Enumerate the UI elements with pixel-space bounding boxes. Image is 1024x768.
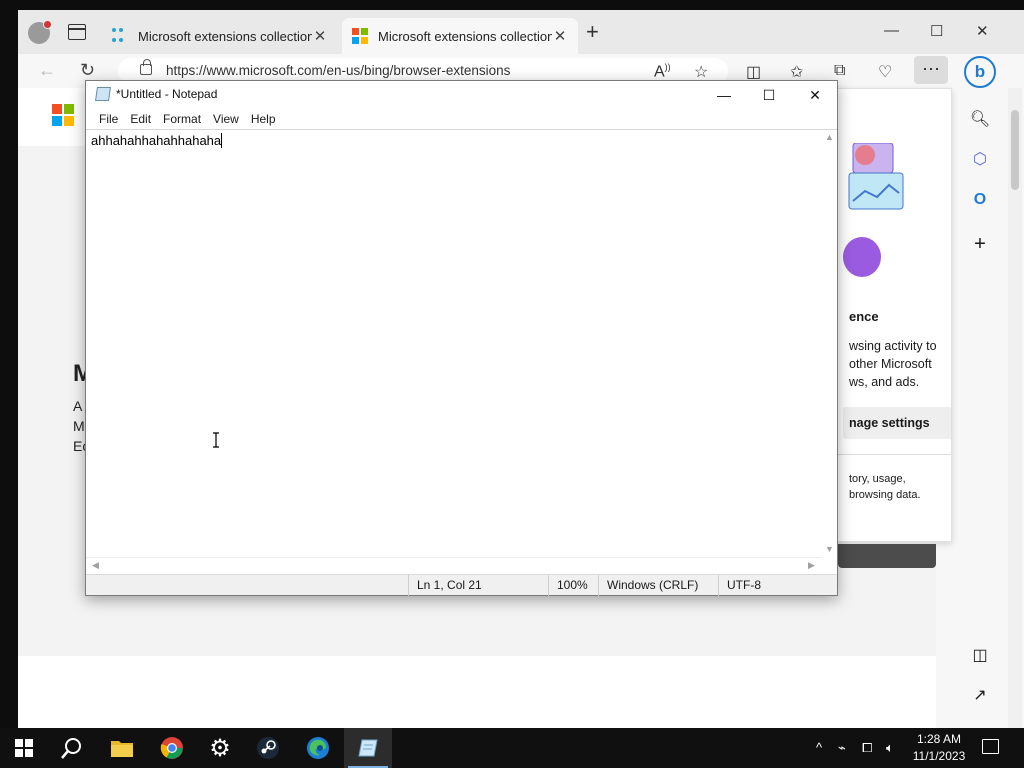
popup-heading: ence bbox=[849, 309, 879, 324]
piggy-bank-icon bbox=[843, 237, 881, 277]
open-external-icon[interactable]: ↗ bbox=[968, 684, 992, 708]
popup-text-secondary: tory, usage, browsing data. bbox=[849, 473, 921, 501]
menu-format[interactable]: Format bbox=[157, 109, 207, 129]
edge-icon[interactable] bbox=[294, 728, 342, 768]
menu-file[interactable]: File bbox=[93, 109, 124, 129]
show-hidden-icons-icon[interactable]: ^ bbox=[816, 740, 822, 755]
text-caret bbox=[221, 133, 223, 148]
browser-essentials-icon[interactable]: ♡ bbox=[878, 62, 892, 82]
search-icon[interactable] bbox=[48, 728, 96, 768]
split-screen-icon[interactable]: ◫ bbox=[746, 62, 761, 82]
minimize-icon[interactable]: — bbox=[884, 22, 899, 39]
office-icon[interactable]: ⬡ bbox=[968, 148, 992, 172]
more-options-icon[interactable]: ··· bbox=[914, 56, 948, 84]
scroll-up-icon[interactable]: ▲ bbox=[825, 132, 834, 142]
outlook-icon[interactable]: O bbox=[968, 188, 992, 212]
read-aloud-icon[interactable]: A)) bbox=[654, 62, 671, 81]
notepad-maximize-icon[interactable]: ☐ bbox=[746, 83, 792, 107]
lock-icon bbox=[140, 59, 152, 75]
tab-actions-icon[interactable] bbox=[68, 24, 86, 40]
profile-avatar-icon[interactable] bbox=[28, 20, 52, 44]
scroll-left-icon[interactable]: ◀ bbox=[92, 560, 99, 571]
menu-view[interactable]: View bbox=[207, 109, 245, 129]
new-tab-button[interactable]: + bbox=[586, 21, 599, 43]
notepad-title: *Untitled - Notepad bbox=[116, 87, 218, 101]
zoom-level: 100% bbox=[548, 575, 598, 596]
collections-icon[interactable]: ⧉ bbox=[834, 62, 845, 80]
scroll-right-icon[interactable]: ▶ bbox=[808, 560, 815, 571]
cursor-position: Ln 1, Col 21 bbox=[408, 575, 548, 596]
tab-bar: Microsoft extensions collection ✕ Micros… bbox=[18, 10, 1024, 54]
tab-label: Microsoft extensions collection bbox=[138, 28, 312, 44]
notepad-app-icon bbox=[95, 87, 111, 101]
refresh-icon[interactable]: ↻ bbox=[80, 60, 95, 81]
file-explorer-icon[interactable] bbox=[98, 728, 146, 768]
microsoft-logo[interactable] bbox=[52, 104, 74, 126]
notepad-menubar: File Edit Format View Help bbox=[86, 109, 837, 129]
edge-sidebar: b 🔍︎ ⬡ O + ◫ ↗ ⚙ bbox=[960, 54, 1000, 744]
notepad-vertical-scrollbar[interactable]: ▲ ▼ bbox=[822, 130, 837, 558]
clock-date: 11/1/2023 bbox=[912, 749, 966, 763]
popup-text: wsing activity to other Microsoft ws, an… bbox=[849, 339, 937, 389]
notepad-horizontal-scrollbar[interactable]: ◀ ▶ bbox=[86, 557, 822, 574]
start-icon[interactable] bbox=[0, 728, 48, 768]
encoding: UTF-8 bbox=[718, 575, 837, 596]
microsoft-logo-icon bbox=[352, 28, 368, 44]
chart-illustration-icon bbox=[848, 143, 904, 210]
line-endings: Windows (CRLF) bbox=[598, 575, 718, 596]
clock[interactable]: 1:28 AM 11/1/2023 bbox=[910, 731, 968, 765]
menu-edit[interactable]: Edit bbox=[124, 109, 157, 129]
laptop-image bbox=[838, 544, 936, 568]
clock-time: 1:28 AM bbox=[916, 732, 962, 746]
notepad-window: *Untitled - Notepad — ☐ ✕ File Edit Form… bbox=[85, 80, 838, 596]
tab-label: Microsoft extensions collection bbox=[378, 28, 552, 44]
favorite-star-icon[interactable]: ☆ bbox=[694, 62, 708, 82]
search-icon[interactable]: 🔍︎ bbox=[968, 108, 992, 132]
bing-chat-icon[interactable]: b bbox=[964, 56, 996, 88]
taskbar: ⚙ ^ ⌁ ⧠ 🔈︎ 1:28 AM 11/1/2023 bbox=[0, 728, 1024, 768]
back-icon[interactable]: ← bbox=[38, 60, 56, 81]
close-tab-icon[interactable]: ✕ bbox=[312, 27, 328, 45]
url-text[interactable]: https://www.microsoft.com/en-us/bing/bro… bbox=[166, 63, 510, 78]
extensions-dots-icon bbox=[112, 28, 128, 44]
close-window-icon[interactable]: ✕ bbox=[976, 22, 989, 40]
volume-muted-icon[interactable]: 🔈︎ bbox=[886, 740, 894, 756]
maximize-icon[interactable]: ☐ bbox=[930, 22, 943, 40]
settings-icon[interactable]: ⚙ bbox=[196, 728, 244, 768]
notepad-statusbar: Ln 1, Col 21 100% Windows (CRLF) UTF-8 bbox=[86, 574, 837, 596]
popup-divider bbox=[837, 454, 951, 455]
add-sidebar-app-icon[interactable]: + bbox=[968, 232, 992, 256]
notepad-content[interactable]: ahhahahhahahhahaha bbox=[91, 133, 223, 148]
sidebar-toggle-icon[interactable]: ◫ bbox=[968, 644, 992, 668]
notifications-icon[interactable] bbox=[982, 739, 999, 754]
browser-tab-1[interactable]: Microsoft extensions collection ✕ bbox=[102, 18, 338, 54]
favorites-icon[interactable]: ✩ bbox=[790, 62, 803, 82]
scroll-down-icon[interactable]: ▼ bbox=[825, 544, 834, 554]
action-center-icon[interactable]: ⧠ bbox=[862, 740, 872, 756]
page-scrollbar[interactable] bbox=[1008, 88, 1022, 728]
notepad-close-icon[interactable]: ✕ bbox=[792, 83, 838, 107]
network-disconnected-icon[interactable]: ⌁ bbox=[838, 740, 846, 756]
notepad-minimize-icon[interactable]: — bbox=[701, 83, 747, 107]
manage-settings-button[interactable]: nage settings bbox=[843, 407, 951, 439]
browser-tab-2[interactable]: Microsoft extensions collection ✕ bbox=[342, 18, 578, 54]
close-tab-icon[interactable]: ✕ bbox=[552, 27, 568, 45]
notepad-icon[interactable] bbox=[344, 728, 392, 768]
chrome-icon[interactable] bbox=[148, 728, 196, 768]
privacy-popup: ence wsing activity to other Microsoft w… bbox=[836, 88, 952, 542]
menu-help[interactable]: Help bbox=[245, 109, 282, 129]
notepad-text-area[interactable]: ahhahahhahahhahaha ▲ ▼ bbox=[86, 129, 837, 558]
steam-icon[interactable] bbox=[244, 728, 292, 768]
notepad-titlebar[interactable]: *Untitled - Notepad — ☐ ✕ bbox=[86, 81, 837, 109]
ibeam-cursor-icon bbox=[213, 432, 219, 448]
